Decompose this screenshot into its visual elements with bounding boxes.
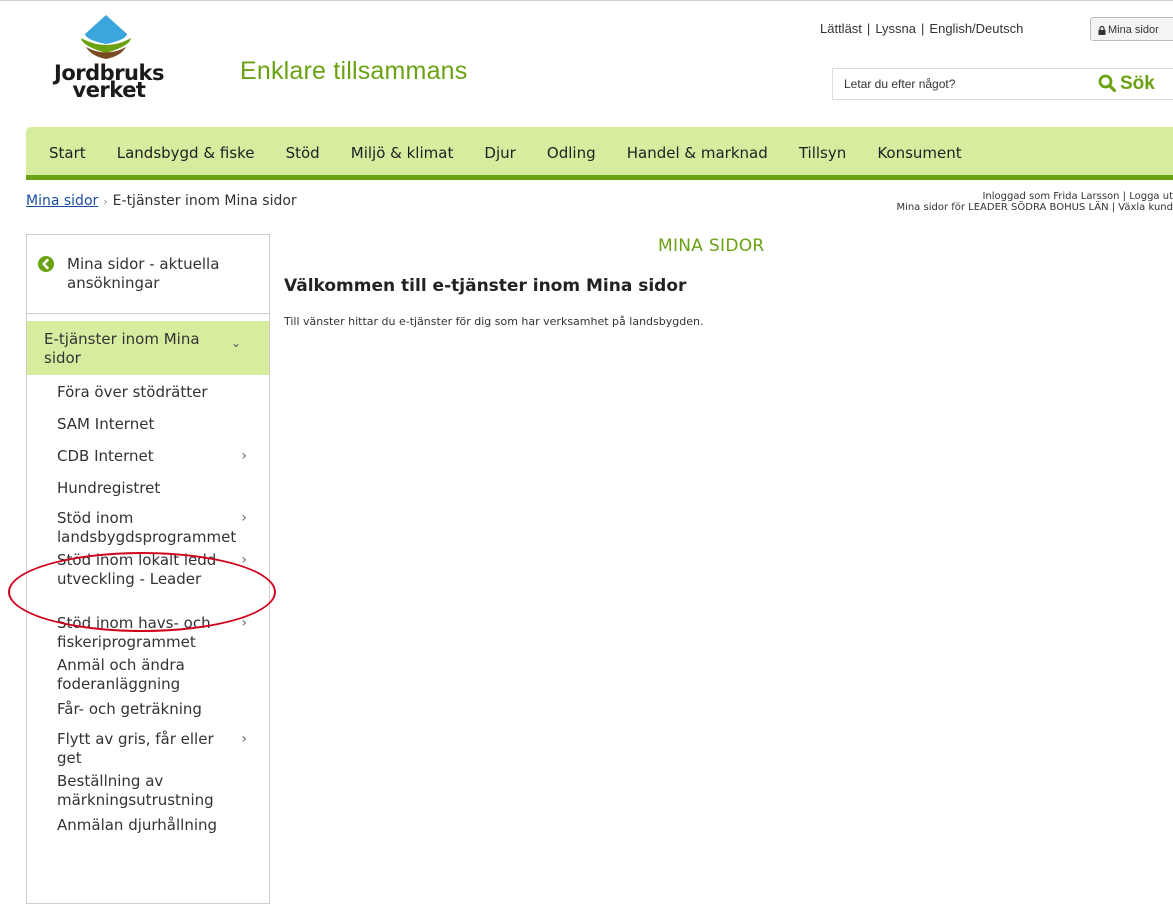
search-button[interactable]: Sök	[1098, 69, 1155, 99]
nav-item-landsbygd-fiske[interactable]: Landsbygd & fiske	[117, 144, 255, 162]
customer-info[interactable]: Mina sidor för LEADER SÖDRA BOHUS LÄN | …	[753, 202, 1173, 213]
sidebar-item-sam-internet[interactable]: SAM Internet	[27, 409, 269, 441]
mina-sidor-button[interactable]: Mina sidor	[1090, 17, 1173, 41]
sidebar-item-landsbygdsprogrammet[interactable]: Stöd inom landsbygdsprogrammet ›	[27, 505, 269, 547]
sidebar-item-flytt-av-gris[interactable]: Flytt av gris, får eller get ›	[27, 726, 269, 768]
nav-item-odling[interactable]: Odling	[547, 144, 596, 162]
sidebar-item-label: Föra över stödrätter	[57, 383, 208, 401]
search-icon	[1098, 74, 1117, 93]
chevron-down-icon: ⌄	[230, 336, 241, 350]
sidebar-item-label: Stöd inom havs- och fiskeriprogrammet	[57, 614, 211, 651]
sidebar-item-hundregistret[interactable]: Hundregistret	[27, 473, 269, 505]
breadcrumb-current: E-tjänster inom Mina sidor	[112, 193, 297, 209]
separator: |	[921, 21, 925, 36]
nav-item-stod[interactable]: Stöd	[286, 144, 320, 162]
nav-item-tillsyn[interactable]: Tillsyn	[799, 144, 846, 162]
breadcrumb: Mina sidor › E-tjänster inom Mina sidor	[26, 193, 297, 209]
sidebar-item-label: Beställning av märkningsutrustning	[57, 772, 214, 809]
chevron-right-icon: ›	[241, 510, 247, 526]
sidebar-back-label: Mina sidor - aktuella ansökningar	[67, 255, 220, 292]
mina-sidor-label: Mina sidor	[1108, 24, 1159, 36]
nav-item-start[interactable]: Start	[49, 144, 86, 162]
chevron-right-icon: ›	[241, 615, 247, 631]
top-links: Lättläst | Lyssna | English/Deutsch	[820, 21, 1023, 36]
sidebar-item-label: Hundregistret	[57, 479, 161, 497]
link-lyssna[interactable]: Lyssna	[875, 21, 916, 36]
sidebar-back-link[interactable]: Mina sidor - aktuella ansökningar	[27, 235, 269, 314]
main-navigation: Start Landsbygd & fiske Stöd Miljö & kli…	[26, 127, 1173, 177]
nav-item-miljo-klimat[interactable]: Miljö & klimat	[351, 144, 454, 162]
sidebar-item-label: Stöd inom landsbygdsprogrammet	[57, 509, 237, 546]
page-kicker: MINA SIDOR	[658, 236, 765, 256]
nav-item-djur[interactable]: Djur	[484, 144, 515, 162]
search-input[interactable]	[832, 69, 1062, 99]
separator: |	[866, 21, 871, 36]
sidebar-item-label: Stöd inom lokalt ledd utveckling - Leade…	[57, 551, 217, 588]
sidebar-item-cdb-internet[interactable]: CDB Internet ›	[27, 441, 269, 473]
sidebar-item-far-geterakning[interactable]: Får- och geträkning	[27, 694, 269, 726]
sidebar-item-leader[interactable]: Stöd inom lokalt ledd utveckling - Leade…	[27, 547, 269, 610]
logged-in-as[interactable]: Inloggad som Frida Larsson | Logga ut	[753, 191, 1173, 202]
intro-text: Till vänster hittar du e-tjänster för di…	[284, 315, 704, 328]
sidebar-section-e-tjanster[interactable]: E-tjänster inom Mina sidor ⌄	[27, 321, 269, 375]
chevron-right-icon: ›	[241, 448, 247, 464]
breadcrumb-separator: ›	[103, 195, 108, 208]
link-lattlast[interactable]: Lättläst	[820, 21, 862, 36]
lock-icon	[1098, 25, 1106, 35]
sidebar-item-label: CDB Internet	[57, 447, 154, 465]
nav-item-konsument[interactable]: Konsument	[877, 144, 961, 162]
nav-item-handel-marknad[interactable]: Handel & marknad	[627, 144, 768, 162]
sidebar-section-label: E-tjänster inom Mina sidor	[44, 330, 200, 367]
arrow-left-circle-icon	[38, 256, 54, 272]
sidebar-item-markningsutrustning[interactable]: Beställning av märkningsutrustning	[27, 768, 269, 810]
logo-mark-icon	[81, 15, 131, 59]
link-language[interactable]: English/Deutsch	[929, 21, 1023, 36]
sidebar-item-anmalan-djurhallning[interactable]: Anmälan djurhållning	[27, 810, 269, 842]
nav-underline	[26, 175, 1173, 180]
sidebar: Mina sidor - aktuella ansökningar E-tjän…	[26, 234, 270, 904]
chevron-right-icon: ›	[241, 552, 247, 568]
chevron-right-icon: ›	[241, 731, 247, 747]
sidebar-item-havs-fiskeriprogrammet[interactable]: Stöd inom havs- och fiskeriprogrammet ›	[27, 610, 269, 652]
page-title: Välkommen till e-tjänster inom Mina sido…	[284, 276, 687, 296]
sidebar-item-label: SAM Internet	[57, 415, 155, 433]
slogan: Enklare tillsammans	[240, 57, 468, 85]
sidebar-item-fora-over-stodratter[interactable]: Föra över stödrätter	[27, 377, 269, 409]
logo-wordmark: Jordbruks verket	[44, 63, 174, 101]
sidebar-subnav: Föra över stödrätter SAM Internet CDB Inte…	[27, 377, 269, 842]
breadcrumb-link-mina-sidor[interactable]: Mina sidor	[26, 193, 98, 209]
user-info: Inloggad som Frida Larsson | Logga ut Mi…	[753, 191, 1173, 213]
sidebar-item-label: Anmälan djurhållning	[57, 816, 218, 834]
sidebar-item-label: Får- och geträkning	[57, 700, 202, 718]
sidebar-item-label: Flytt av gris, får eller get	[57, 730, 214, 767]
sidebar-item-foderanlaggning[interactable]: Anmäl och ändra foderanläggning	[27, 652, 269, 694]
sidebar-item-label: Anmäl och ändra foderanläggning	[57, 656, 185, 693]
top-border	[0, 0, 1173, 1]
search-button-label: Sök	[1120, 73, 1155, 94]
